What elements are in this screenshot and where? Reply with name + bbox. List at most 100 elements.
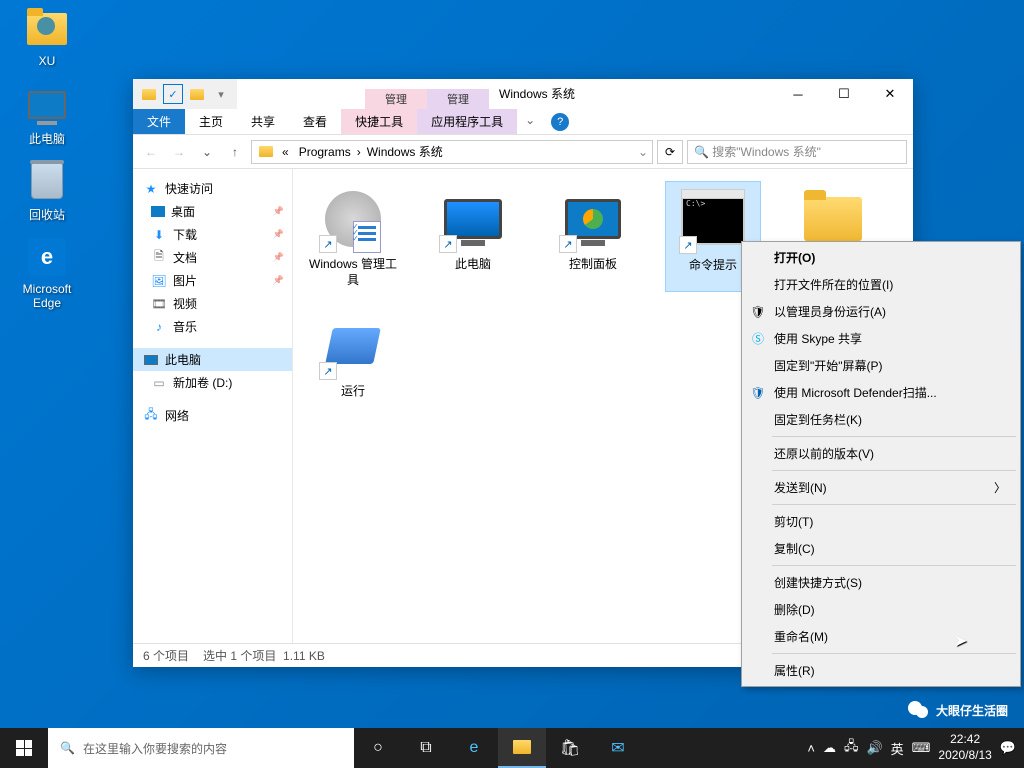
- pc-icon: [143, 352, 159, 368]
- item-control-panel[interactable]: ↗控制面板: [545, 181, 641, 292]
- tray-volume-icon[interactable]: 🔊: [866, 740, 882, 756]
- item-run[interactable]: ↗运行: [305, 308, 401, 404]
- ribbon-tab-view[interactable]: 查看: [289, 109, 341, 134]
- ribbon-tab-app-tools[interactable]: 应用程序工具: [417, 109, 517, 134]
- checkbox-icon[interactable]: ✓: [163, 84, 183, 104]
- ctx-skype-share[interactable]: Ⓢ使用 Skype 共享: [744, 325, 1018, 352]
- nav-drive-d[interactable]: ▭新加卷 (D:): [133, 371, 292, 394]
- taskbar-explorer[interactable]: [498, 728, 546, 768]
- refresh-button[interactable]: ⟳: [657, 140, 683, 164]
- start-button[interactable]: [0, 728, 48, 768]
- tray-clock[interactable]: 22:422020/8/13: [938, 732, 991, 763]
- breadcrumb-root[interactable]: «: [278, 145, 293, 159]
- search-icon: 🔍: [694, 145, 709, 159]
- nav-recent-button[interactable]: ⌄: [195, 140, 219, 164]
- taskbar-search-input[interactable]: 🔍在这里输入你要搜索的内容: [48, 728, 354, 768]
- nav-downloads[interactable]: ⬇下载: [133, 223, 292, 246]
- nav-network[interactable]: 🖧网络: [133, 404, 292, 427]
- task-view-button[interactable]: ⧉: [402, 728, 450, 768]
- tray-notifications-icon[interactable]: 💬: [1000, 740, 1016, 756]
- ctx-defender-scan[interactable]: 🛡使用 Microsoft Defender扫描...: [744, 379, 1018, 406]
- address-bar: ← → ⌄ ↑ « Programs› Windows 系统 ⌄ ⟳ 🔍 搜索"…: [133, 135, 913, 169]
- search-icon: 🔍: [60, 741, 75, 755]
- windows-logo-icon: [16, 740, 32, 756]
- system-icon: [187, 84, 207, 104]
- desktop-icon-user-folder[interactable]: XU: [10, 8, 84, 68]
- address-dropdown-icon[interactable]: ⌄: [638, 145, 648, 159]
- defender-icon: 🛡: [750, 385, 766, 401]
- close-button[interactable]: ✕: [867, 79, 913, 109]
- nav-forward-button[interactable]: →: [167, 140, 191, 164]
- ctx-open-location[interactable]: 打开文件所在的位置(I): [744, 271, 1018, 298]
- nav-quick-access[interactable]: ★快速访问: [133, 177, 292, 200]
- desktop-icon-this-pc[interactable]: 此电脑: [10, 84, 84, 147]
- breadcrumb-current[interactable]: Windows 系统: [363, 143, 447, 160]
- nav-pictures[interactable]: 🖼图片: [133, 269, 292, 292]
- music-icon: ♪: [151, 319, 167, 335]
- ctx-create-shortcut[interactable]: 创建快捷方式(S): [744, 569, 1018, 596]
- ctx-properties[interactable]: 属性(R): [744, 657, 1018, 684]
- ctx-restore-versions[interactable]: 还原以前的版本(V): [744, 440, 1018, 467]
- desktop-icon-recycle-bin[interactable]: 回收站: [10, 160, 84, 223]
- separator: [772, 565, 1016, 566]
- nav-this-pc[interactable]: 此电脑: [133, 348, 292, 371]
- nav-desktop[interactable]: 桌面: [133, 200, 292, 223]
- taskbar-store[interactable]: 🛍: [546, 728, 594, 768]
- minimize-button[interactable]: ─: [775, 79, 821, 109]
- document-icon: 🗎: [151, 250, 167, 266]
- ctx-open[interactable]: 打开(O): [744, 244, 1018, 271]
- ctx-send-to[interactable]: 发送到(N)〉: [744, 474, 1018, 501]
- ctx-delete[interactable]: 删除(D): [744, 596, 1018, 623]
- shield-icon: 🛡: [750, 304, 766, 320]
- window-title: Windows 系统: [489, 79, 775, 109]
- quick-access-toolbar: ✓ ▾: [133, 79, 237, 109]
- ctx-rename[interactable]: 重命名(M): [744, 623, 1018, 650]
- video-icon: 🎞: [151, 296, 167, 312]
- desktop-icon-edge[interactable]: eMicrosoft Edge: [10, 236, 84, 310]
- item-admin-tools[interactable]: ↗Windows 管理工具: [305, 181, 401, 292]
- tray-overflow-icon[interactable]: ˄: [807, 741, 815, 756]
- context-menu: 打开(O) 打开文件所在的位置(I) 🛡以管理员身份运行(A) Ⓢ使用 Skyp…: [741, 241, 1021, 687]
- ribbon-tab-share[interactable]: 共享: [237, 109, 289, 134]
- nav-music[interactable]: ♪音乐: [133, 315, 292, 338]
- ribbon-tab-file[interactable]: 文件: [133, 109, 185, 134]
- tray-network-icon[interactable]: 🖧: [844, 737, 859, 759]
- nav-back-button[interactable]: ←: [139, 140, 163, 164]
- ribbon-tab-home[interactable]: 主页: [185, 109, 237, 134]
- search-input[interactable]: 🔍 搜索"Windows 系统": [687, 140, 907, 164]
- help-icon[interactable]: ?: [551, 113, 569, 131]
- tray-onedrive-icon[interactable]: ☁: [823, 740, 836, 756]
- ribbon-tab-shortcut-tools[interactable]: 快捷工具: [341, 109, 417, 134]
- titlebar[interactable]: ✓ ▾ 管理 管理 Windows 系统 ─ ☐ ✕: [133, 79, 913, 109]
- tray-ime[interactable]: 英: [891, 739, 904, 758]
- ctx-copy[interactable]: 复制(C): [744, 535, 1018, 562]
- maximize-button[interactable]: ☐: [821, 79, 867, 109]
- status-selected: 选中 1 个项目 1.11 KB: [203, 647, 325, 664]
- cursor-icon: ➤: [954, 631, 967, 651]
- taskbar: 🔍在这里输入你要搜索的内容 ○ ⧉ e 🛍 ✉ ˄ ☁ 🖧 🔊 英 ⌨ 22:4…: [0, 728, 1024, 768]
- tray-keyboard-icon[interactable]: ⌨: [912, 740, 931, 756]
- item-this-pc[interactable]: ↗此电脑: [425, 181, 521, 292]
- ctx-cut[interactable]: 剪切(T): [744, 508, 1018, 535]
- cortana-button[interactable]: ○: [354, 728, 402, 768]
- qat-dropdown-icon[interactable]: ▾: [211, 84, 231, 104]
- context-tab-manage1: 管理: [365, 89, 427, 109]
- breadcrumb-programs[interactable]: Programs: [295, 145, 355, 159]
- context-tab-manage2: 管理: [427, 89, 489, 109]
- separator: [772, 653, 1016, 654]
- ctx-run-as-admin[interactable]: 🛡以管理员身份运行(A): [744, 298, 1018, 325]
- ribbon-expand-icon[interactable]: ⌄: [517, 109, 543, 134]
- taskbar-mail[interactable]: ✉: [594, 728, 642, 768]
- ctx-pin-start[interactable]: 固定到"开始"屏幕(P): [744, 352, 1018, 379]
- nav-documents[interactable]: 🗎文档: [133, 246, 292, 269]
- nav-videos[interactable]: 🎞视频: [133, 292, 292, 315]
- ribbon: 文件 主页 共享 查看 快捷工具 应用程序工具 ⌄ ?: [133, 109, 913, 135]
- shortcut-icon: ↗: [439, 235, 457, 253]
- shortcut-icon: ↗: [319, 235, 337, 253]
- skype-icon: Ⓢ: [750, 331, 766, 347]
- ctx-pin-taskbar[interactable]: 固定到任务栏(K): [744, 406, 1018, 433]
- system-tray: ˄ ☁ 🖧 🔊 英 ⌨ 22:422020/8/13 💬: [807, 732, 1024, 763]
- nav-up-button[interactable]: ↑: [223, 140, 247, 164]
- address-box[interactable]: « Programs› Windows 系统 ⌄: [251, 140, 653, 164]
- taskbar-edge[interactable]: e: [450, 728, 498, 768]
